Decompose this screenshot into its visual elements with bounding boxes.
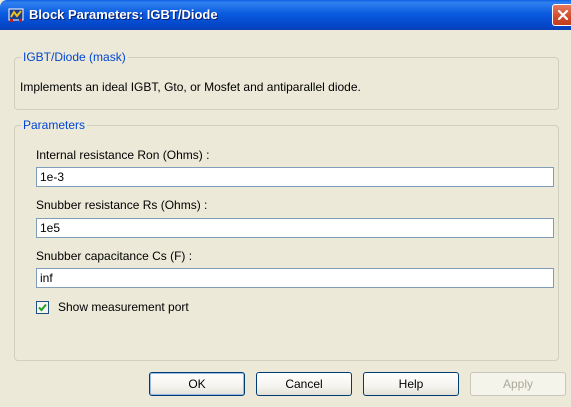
- rs-label: Snubber resistance Rs (Ohms) :: [36, 198, 208, 212]
- ron-label: Internal resistance Ron (Ohms) :: [36, 148, 210, 162]
- title-bar[interactable]: Block Parameters: IGBT/Diode: [0, 0, 571, 30]
- close-button[interactable]: [552, 4, 571, 26]
- window-title: Block Parameters: IGBT/Diode: [29, 7, 218, 22]
- cs-label: Snubber capacitance Cs (F) :: [36, 249, 193, 263]
- simulink-block-icon: [8, 7, 24, 23]
- rs-input[interactable]: [36, 218, 554, 238]
- close-icon: [557, 9, 569, 21]
- show-measurement-port-label[interactable]: Show measurement port: [58, 300, 189, 314]
- dialog-body: IGBT/Diode (mask) Implements an ideal IG…: [0, 30, 571, 407]
- mask-description: Implements an ideal IGBT, Gto, or Mosfet…: [20, 80, 361, 94]
- ok-button[interactable]: OK: [149, 372, 245, 396]
- checkmark-icon: [38, 303, 47, 312]
- cs-input[interactable]: [36, 268, 554, 288]
- help-button[interactable]: Help: [363, 372, 459, 396]
- ron-input[interactable]: [36, 167, 554, 187]
- cancel-button[interactable]: Cancel: [256, 372, 352, 396]
- mask-legend: IGBT/Diode (mask): [23, 50, 126, 64]
- show-measurement-port-checkbox[interactable]: [36, 301, 49, 314]
- parameters-legend: Parameters: [23, 118, 86, 132]
- apply-button[interactable]: Apply: [470, 372, 566, 396]
